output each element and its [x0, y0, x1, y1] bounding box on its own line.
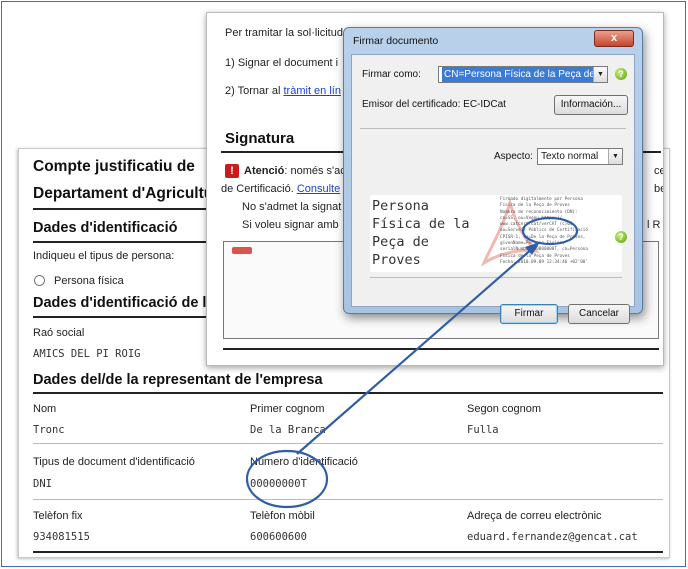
divider: [33, 499, 663, 500]
clipped-text: l R: [647, 219, 661, 231]
email-value: eduard.fernandez@gencat.cat: [467, 531, 638, 543]
applet-tag: [232, 247, 252, 254]
company-name-value: AMICS DEL PI ROIG: [33, 348, 141, 360]
information-button[interactable]: Información...: [554, 95, 628, 115]
step-two-text: 2) Tornar al tràmit en lín: [225, 85, 341, 97]
id-number-label: Número d'identificació: [250, 456, 358, 468]
company-name-label: Raó social: [33, 327, 85, 339]
surname1-value: De la Branca: [250, 424, 326, 436]
divider: [33, 392, 663, 394]
signature-preview: Persona Física de la Peça de Proves Firm…: [370, 195, 622, 272]
person-type-prompt: Indiqueu el tipus de persona:: [33, 250, 175, 262]
warning-body: : només s'ac: [284, 165, 346, 177]
clipped-text: ce: [654, 165, 663, 177]
divider: [370, 277, 622, 278]
name-value: Tronc: [33, 424, 65, 436]
close-icon[interactable]: x: [594, 30, 634, 47]
person-type-option-label: Persona física: [54, 275, 124, 287]
question-icon[interactable]: ?: [615, 231, 627, 243]
mobile-label: Telèfon mòbil: [250, 510, 315, 522]
sign-button[interactable]: Firmar: [500, 304, 558, 324]
mobile-value: 600600600: [250, 531, 307, 543]
sign-as-label: Firmar como:: [362, 69, 421, 80]
step-two-prefix: 2) Tornar al: [225, 85, 284, 97]
name-label: Nom: [33, 403, 57, 415]
certification-body: de Certificació.: [221, 183, 297, 195]
section-entity: Dades d'identificació de l'e: [33, 295, 218, 311]
dialog-title: Firmar documento: [353, 35, 439, 47]
id-number-value: 00000000T: [250, 478, 307, 490]
issuer-label: Emisor del certificado: EC-IDCat: [362, 99, 506, 110]
sign-document-dialog: Firmar documento x Firmar como: CN=Perso…: [343, 27, 643, 324]
doc-type-value: DNI: [33, 478, 52, 490]
aspect-select[interactable]: Texto normal ▼: [537, 148, 623, 165]
intro-text: Per tramitar la sol·licitud: [225, 27, 343, 39]
preview-signer-name: Persona Física de la Peça de Proves: [372, 198, 470, 268]
chevron-down-icon: ▼: [593, 67, 607, 82]
department-name: Departament d'Agricultu: [33, 185, 214, 202]
signature-heading: Signatura: [225, 130, 295, 147]
divider: [360, 128, 626, 129]
online-procedure-link[interactable]: tràmit en lín: [284, 85, 341, 97]
surname2-value: Fulla: [467, 424, 499, 436]
divider: [33, 551, 663, 553]
phone-value: 934081515: [33, 531, 90, 543]
divider: [223, 348, 659, 350]
aspect-select-value: Texto normal: [541, 151, 599, 162]
consult-link[interactable]: Consulte: [297, 183, 340, 195]
certificate-select[interactable]: CN=Persona Física de la Peça de Prove ▼: [438, 66, 608, 83]
warning-text: Atenció: només s'ac: [244, 165, 346, 177]
warning-label: Atenció: [244, 165, 285, 177]
dialog-body: Firmar como: CN=Persona Física de la Peç…: [351, 54, 635, 324]
certification-text: de Certificació. Consulte: [221, 183, 340, 195]
question-icon[interactable]: ?: [615, 68, 627, 80]
chevron-down-icon: ▼: [608, 149, 622, 164]
form-title: Compte justificatiu de: [33, 158, 195, 175]
section-representative: Dades del/de la representant de l'empres…: [33, 372, 323, 388]
exclamation-icon: !: [225, 164, 239, 178]
divider: [33, 443, 663, 444]
if-sign-text: Si voleu signar amb: [242, 219, 339, 231]
phone-label: Telèfon fix: [33, 510, 83, 522]
person-type-radio[interactable]: [34, 275, 45, 286]
doc-type-label: Tipus de document d'identificació: [33, 456, 195, 468]
no-accept-text: No s'admet la signat: [242, 201, 342, 213]
cancel-button[interactable]: Cancelar: [568, 304, 630, 324]
surname2-label: Segon cognom: [467, 403, 541, 415]
aspect-label: Aspecto:: [494, 151, 533, 162]
section-identification: Dades d'identificació: [33, 220, 178, 236]
certificate-select-value: CN=Persona Física de la Peça de Prove: [442, 67, 607, 82]
preview-signature-details: Firmado digitalmente por Persona Física …: [500, 197, 588, 265]
step-one-text: 1) Signar el document i: [225, 57, 339, 69]
surname1-label: Primer cognom: [250, 403, 325, 415]
email-label: Adreça de correu electrònic: [467, 510, 602, 522]
clipped-text: be: [654, 183, 663, 195]
